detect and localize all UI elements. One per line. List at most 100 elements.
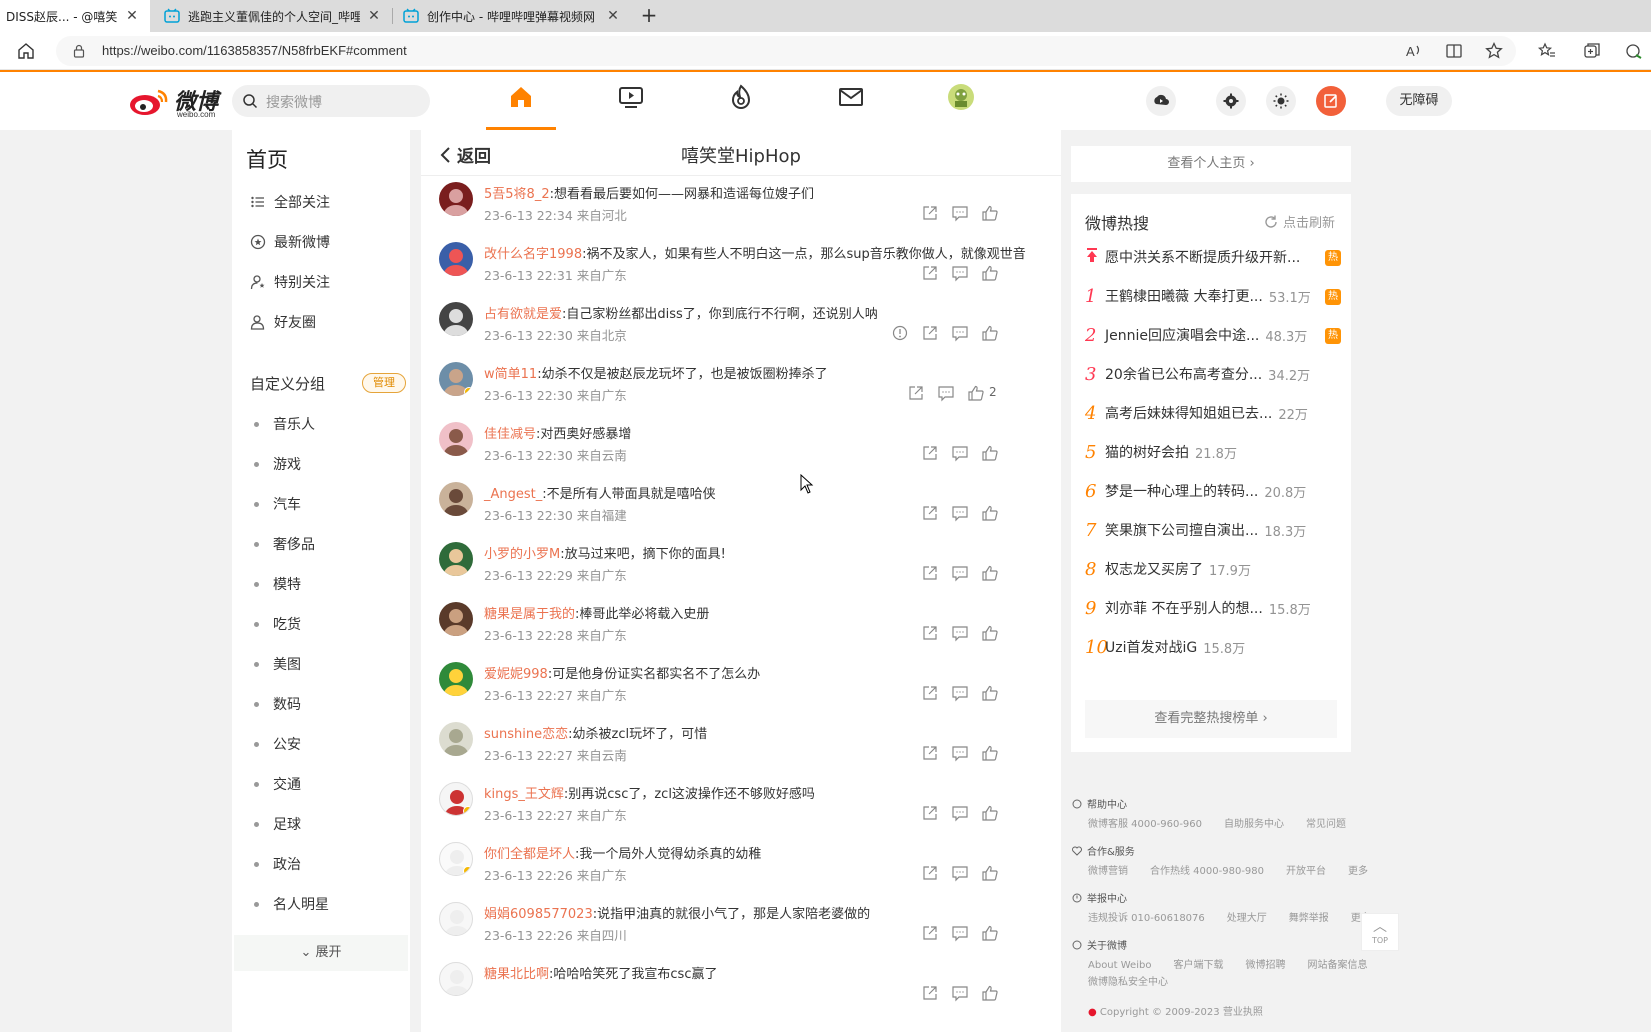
footer-link[interactable]: 违规投诉 010-60618076 <box>1088 913 1205 924</box>
hot-search-item[interactable]: 6 梦是一种心理上的转码... 20.8万 <box>1085 478 1345 504</box>
accessibility-button[interactable]: 无障碍 <box>1386 86 1452 116</box>
comment-username[interactable]: 小罗的小罗M <box>484 547 560 562</box>
comment-username[interactable]: 爱妮妮998 <box>484 667 548 682</box>
like-icon[interactable] <box>981 324 999 342</box>
hot-search-item[interactable]: 10 Uzi首发对战iG 15.8万 <box>1085 634 1345 660</box>
like-icon[interactable] <box>981 984 999 1002</box>
share-icon[interactable] <box>921 744 939 762</box>
back-button[interactable]: 返回 <box>439 142 491 167</box>
comment-username[interactable]: sunshine恋恋 <box>484 727 568 742</box>
manage-groups-button[interactable]: 管理 <box>362 373 406 393</box>
avatar[interactable] <box>439 362 473 396</box>
avatar[interactable] <box>439 842 473 876</box>
group-item[interactable]: 吃货 <box>254 614 301 634</box>
share-icon[interactable] <box>921 864 939 882</box>
comment-icon[interactable] <box>951 684 969 702</box>
avatar[interactable] <box>439 722 473 756</box>
comment-icon[interactable] <box>951 324 969 342</box>
avatar[interactable] <box>439 302 473 336</box>
comment-icon[interactable] <box>951 804 969 822</box>
collections-icon[interactable] <box>1582 41 1602 61</box>
group-item[interactable]: 足球 <box>254 814 301 834</box>
url-field[interactable]: https://weibo.com/1163858357/N58frbEKF#c… <box>56 36 1516 66</box>
share-icon[interactable] <box>921 804 939 822</box>
group-item[interactable]: 政治 <box>254 854 301 874</box>
footer-link[interactable]: 处理大厅 <box>1227 913 1267 924</box>
sidebar-item-friends[interactable]: 好友圈 <box>250 310 316 334</box>
hot-search-item[interactable]: 5 猫的树好会拍 21.8万 <box>1085 439 1345 465</box>
group-item[interactable]: 公安 <box>254 734 301 754</box>
hot-search-item[interactable]: 3 20余省已公布高考查分... 34.2万 <box>1085 361 1345 387</box>
avatar[interactable] <box>439 242 473 276</box>
sidebar-item-special[interactable]: 特别关注 <box>250 270 330 294</box>
share-icon[interactable] <box>921 924 939 942</box>
comment-username[interactable]: 糖果北比啊 <box>484 967 549 982</box>
back-to-top-button[interactable]: ︿ TOP <box>1361 913 1399 951</box>
expand-groups-button[interactable]: ⌄ 展开 <box>234 935 408 971</box>
search-input[interactable]: 搜索微博 <box>232 85 430 117</box>
comment-username[interactable]: _Angest_ <box>484 487 542 502</box>
group-item[interactable]: 音乐人 <box>254 414 315 434</box>
browser-tab-bilibili-space[interactable]: 逃跑主义董佩佳的个人空间_哔哩 ✕ <box>154 0 392 32</box>
avatar[interactable] <box>439 182 473 216</box>
compose-button[interactable] <box>1316 86 1346 116</box>
comment-username[interactable]: 5吾5将8_2 <box>484 187 550 202</box>
group-item[interactable]: 模特 <box>254 574 301 594</box>
like-icon[interactable] <box>981 684 999 702</box>
view-profile-link[interactable]: 查看个人主页 › <box>1071 146 1351 182</box>
comment-icon[interactable] <box>951 264 969 282</box>
comment-icon[interactable] <box>951 864 969 882</box>
comment-icon[interactable] <box>937 384 955 402</box>
like-icon[interactable] <box>967 384 985 402</box>
favorites-icon[interactable] <box>1537 41 1557 61</box>
group-item[interactable]: 美图 <box>254 654 301 674</box>
profile-avatar[interactable] <box>946 82 976 112</box>
report-icon[interactable] <box>891 324 909 342</box>
group-item[interactable]: 游戏 <box>254 454 301 474</box>
settings-button[interactable] <box>1216 86 1246 116</box>
comment-username[interactable]: w简单11 <box>484 367 537 382</box>
share-icon[interactable] <box>921 984 939 1002</box>
like-icon[interactable] <box>981 924 999 942</box>
close-icon[interactable]: ✕ <box>124 8 140 24</box>
hot-search-item[interactable]: 9 刘亦菲 不在乎别人的想... 15.8万 <box>1085 595 1345 621</box>
comment-username[interactable]: 你们全都是坏人 <box>484 847 575 862</box>
like-icon[interactable] <box>981 744 999 762</box>
extension-icon[interactable] <box>1624 41 1644 61</box>
live-button[interactable] <box>1146 86 1176 116</box>
comment-username[interactable]: 改什么名字1998 <box>484 247 582 262</box>
footer-link[interactable]: 舞弊举报 <box>1289 913 1329 924</box>
comment-username[interactable]: 占有欲就是爱 <box>484 307 562 322</box>
footer-link[interactable]: 自助服务中心 <box>1224 819 1284 830</box>
footer-link[interactable]: 网站备案信息 <box>1307 960 1367 971</box>
sidebar-item-all-follow[interactable]: 全部关注 <box>250 190 330 214</box>
refresh-button[interactable]: 点击刷新 <box>1263 212 1335 231</box>
comment-icon[interactable] <box>951 204 969 222</box>
read-aloud-icon[interactable]: A <box>1404 41 1424 61</box>
comment-username[interactable]: 糖果是属于我的 <box>484 607 575 622</box>
reader-view-icon[interactable] <box>1444 41 1464 61</box>
like-icon[interactable] <box>981 204 999 222</box>
share-icon[interactable] <box>921 444 939 462</box>
comment-icon[interactable] <box>951 984 969 1002</box>
avatar[interactable] <box>439 422 473 456</box>
browser-tab-weibo[interactable]: DISS赵辰... - @嘻笑堂H ✕ <box>0 0 150 32</box>
home-icon[interactable] <box>16 41 36 61</box>
share-icon[interactable] <box>921 504 939 522</box>
comment-icon[interactable] <box>951 504 969 522</box>
group-item[interactable]: 数码 <box>254 694 301 714</box>
like-icon[interactable] <box>981 444 999 462</box>
like-icon[interactable] <box>981 624 999 642</box>
full-hot-list-link[interactable]: 查看完整热搜榜单 › <box>1085 700 1337 738</box>
hot-nav-icon[interactable] <box>726 82 756 112</box>
group-item[interactable]: 汽车 <box>254 494 301 514</box>
like-icon[interactable] <box>981 804 999 822</box>
avatar[interactable] <box>439 482 473 516</box>
footer-link[interactable]: 微博客服 4000-960-960 <box>1088 819 1202 830</box>
browser-tab-bilibili-creator[interactable]: 创作中心 - 哔哩哔哩弹幕视频网 ✕ <box>393 0 631 32</box>
message-nav-icon[interactable] <box>836 82 866 112</box>
comment-icon[interactable] <box>951 924 969 942</box>
new-tab-button[interactable]: + <box>636 3 662 29</box>
share-icon[interactable] <box>907 384 925 402</box>
footer-link[interactable]: 合作热线 4000-980-980 <box>1150 866 1264 877</box>
